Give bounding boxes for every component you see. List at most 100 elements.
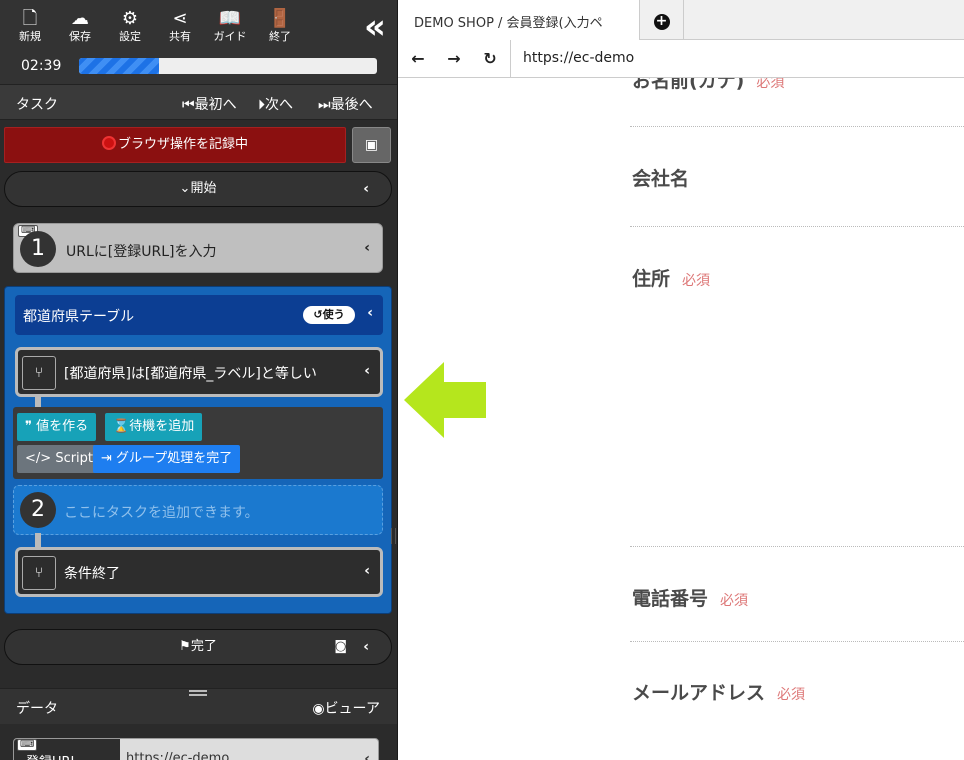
- new-button[interactable]: 🗋 新規: [6, 8, 54, 44]
- resize-grip[interactable]: [189, 690, 207, 696]
- data-row[interactable]: 登録URL ⌨ https://ec-demo ‹: [13, 738, 379, 760]
- address-input[interactable]: https://ec-demo: [510, 40, 964, 78]
- forward-button[interactable]: →: [442, 48, 466, 70]
- action-buttons: ❞ 値を作る ⌛待機を追加 </> Script ⇥ グループ処理を完了: [13, 407, 383, 479]
- url-bar: ← → ↻ https://ec-demo: [398, 40, 964, 78]
- field-label-email: メールアドレス 必須: [632, 682, 806, 704]
- use-badge[interactable]: ↺使う: [303, 306, 355, 324]
- nav-first-button[interactable]: ⏮最初へ: [182, 94, 237, 114]
- camera-icon[interactable]: ◙: [334, 630, 347, 664]
- branch-icon: ⑂: [22, 556, 56, 590]
- condition-text: [都道府県]は[都道府県_ラベル]と等しい: [64, 366, 317, 382]
- new-tab-button[interactable]: +: [640, 0, 684, 40]
- add-task-placeholder: ここにタスクを追加できます。: [64, 505, 259, 521]
- book-icon: 📖: [218, 8, 242, 29]
- field-label-company: 会社名: [632, 168, 690, 190]
- group-header[interactable]: 都道府県テーブル ↺使う ‹: [15, 295, 383, 335]
- field-label-name-kana: お名前(カナ) 必須: [632, 78, 784, 93]
- share-icon: ⋖: [172, 8, 188, 29]
- double-chevron-left-icon: «: [364, 7, 386, 47]
- end-condition-text: 条件終了: [64, 566, 120, 582]
- nav-last-button[interactable]: ⏭最後へ: [318, 94, 373, 114]
- play-next-icon: ⏵: [258, 97, 265, 113]
- cloud-upload-icon: ☁: [71, 8, 89, 29]
- record-dot-icon: [101, 136, 116, 150]
- reload-icon: ↻: [483, 49, 497, 68]
- flag-icon: ⚑: [179, 639, 191, 654]
- chevron-left-icon[interactable]: ‹: [363, 172, 369, 206]
- exit-button[interactable]: 🚪 終了: [256, 8, 304, 44]
- add-wait-button[interactable]: ⌛待機を追加: [105, 413, 203, 441]
- recording-button[interactable]: ブラウザ操作を記録中: [4, 127, 346, 163]
- group-block: 都道府県テーブル ↺使う ‹ ⑂ [都道府県]は[都道府県_ラベル]と等しい ‹…: [4, 286, 392, 614]
- tasks-title: タスク: [16, 97, 58, 113]
- chevron-left-icon[interactable]: ‹: [363, 630, 369, 664]
- data-value: https://ec-demo: [126, 751, 230, 760]
- browser-tab[interactable]: DEMO SHOP / 会員登録(入力ペ: [398, 0, 640, 40]
- start-section[interactable]: ⌄開始 ‹: [4, 171, 392, 207]
- step-number: 1: [20, 231, 56, 267]
- finish-group-button[interactable]: ⇥ グループ処理を完了: [93, 445, 241, 473]
- back-button[interactable]: ←: [406, 48, 430, 70]
- eye-icon: ◉: [312, 701, 325, 717]
- arrow-right-icon: →: [447, 49, 461, 68]
- panel-resize-handle[interactable]: [391, 528, 396, 544]
- step-text: URLに[登録URL]を入力: [66, 244, 217, 260]
- condition-task[interactable]: ⑂ [都道府県]は[都道府県_ラベル]と等しい ‹: [15, 347, 383, 397]
- quote-icon: ❞: [25, 419, 37, 434]
- file-icon: 🗋: [22, 8, 38, 29]
- share-button[interactable]: ⋖ 共有: [156, 8, 204, 44]
- guide-button[interactable]: 📖 ガイド: [206, 8, 254, 44]
- branch-icon: ⑂: [22, 356, 56, 390]
- group-title: 都道府県テーブル: [23, 309, 135, 325]
- divider: [630, 126, 964, 127]
- required-badge: 必須: [777, 687, 806, 703]
- skip-end-icon: ⏭: [318, 97, 331, 113]
- nav-next-button[interactable]: ⏵次へ: [258, 94, 293, 114]
- end-condition-task[interactable]: ⑂ 条件終了 ‹: [15, 547, 383, 597]
- exit-door-icon: 🚪: [268, 8, 292, 29]
- progress-bar: [79, 58, 377, 74]
- tasks-header: タスク ⏮最初へ ⏵次へ ⏭最後へ: [0, 84, 397, 120]
- arrow-left-icon: ←: [411, 49, 425, 68]
- field-label-address: 住所 必須: [632, 268, 711, 290]
- divider: [630, 641, 964, 642]
- chevron-double-down-icon: ⌄: [179, 181, 191, 196]
- progress-fill: [79, 58, 160, 74]
- screenshot-image-button[interactable]: ▣: [352, 127, 391, 163]
- keyboard-icon: ⌨: [17, 739, 38, 751]
- loop-icon: ↺: [313, 308, 323, 321]
- chevron-left-icon[interactable]: ‹: [364, 563, 370, 579]
- hourglass-icon: ⌛: [113, 419, 130, 434]
- code-icon: </>: [25, 451, 56, 466]
- required-badge: 必須: [720, 593, 749, 609]
- chevron-left-icon[interactable]: ‹: [364, 363, 370, 379]
- task-editor-panel: 🗋 新規 ☁ 保存 ⚙ 設定 ⋖ 共有 📖 ガイド 🚪 終了 « 02:39 タ…: [0, 0, 398, 760]
- add-task-dropzone[interactable]: 2 ここにタスクを追加できます。: [13, 485, 383, 535]
- field-label-phone: 電話番号 必須: [632, 588, 749, 610]
- finish-section[interactable]: ⚑完了 ◙ ‹: [4, 629, 392, 665]
- script-button[interactable]: </> Script: [17, 445, 102, 473]
- make-value-button[interactable]: ❞ 値を作る: [17, 413, 97, 441]
- task-step-1[interactable]: ⌨ 1 URLに[登録URL]を入力 ‹: [13, 223, 383, 273]
- data-title: データ: [16, 701, 58, 717]
- skip-start-icon: ⏮: [182, 97, 195, 113]
- required-badge: 必須: [756, 78, 785, 91]
- save-button[interactable]: ☁ 保存: [56, 8, 104, 44]
- chevron-left-icon[interactable]: ‹: [367, 305, 373, 321]
- required-badge: 必須: [682, 273, 711, 289]
- tab-bar: DEMO SHOP / 会員登録(入力ペ +: [398, 0, 964, 40]
- divider: [630, 226, 964, 227]
- arrow-left-icon: [404, 362, 486, 438]
- image-icon: ▣: [364, 137, 379, 153]
- reload-button[interactable]: ↻: [478, 48, 502, 70]
- step-number: 2: [20, 492, 56, 528]
- chevron-left-icon[interactable]: ‹: [364, 240, 370, 256]
- settings-button[interactable]: ⚙ 設定: [106, 8, 154, 44]
- timer: 02:39: [21, 58, 62, 74]
- plus-circle-icon: +: [653, 14, 670, 30]
- collapse-panel-button[interactable]: «: [352, 10, 390, 46]
- viewer-button[interactable]: ◉ビューア: [312, 698, 380, 718]
- chevron-left-icon[interactable]: ‹: [364, 751, 370, 760]
- main-toolbar: 🗋 新規 ☁ 保存 ⚙ 設定 ⋖ 共有 📖 ガイド 🚪 終了 « 02:39: [0, 0, 397, 84]
